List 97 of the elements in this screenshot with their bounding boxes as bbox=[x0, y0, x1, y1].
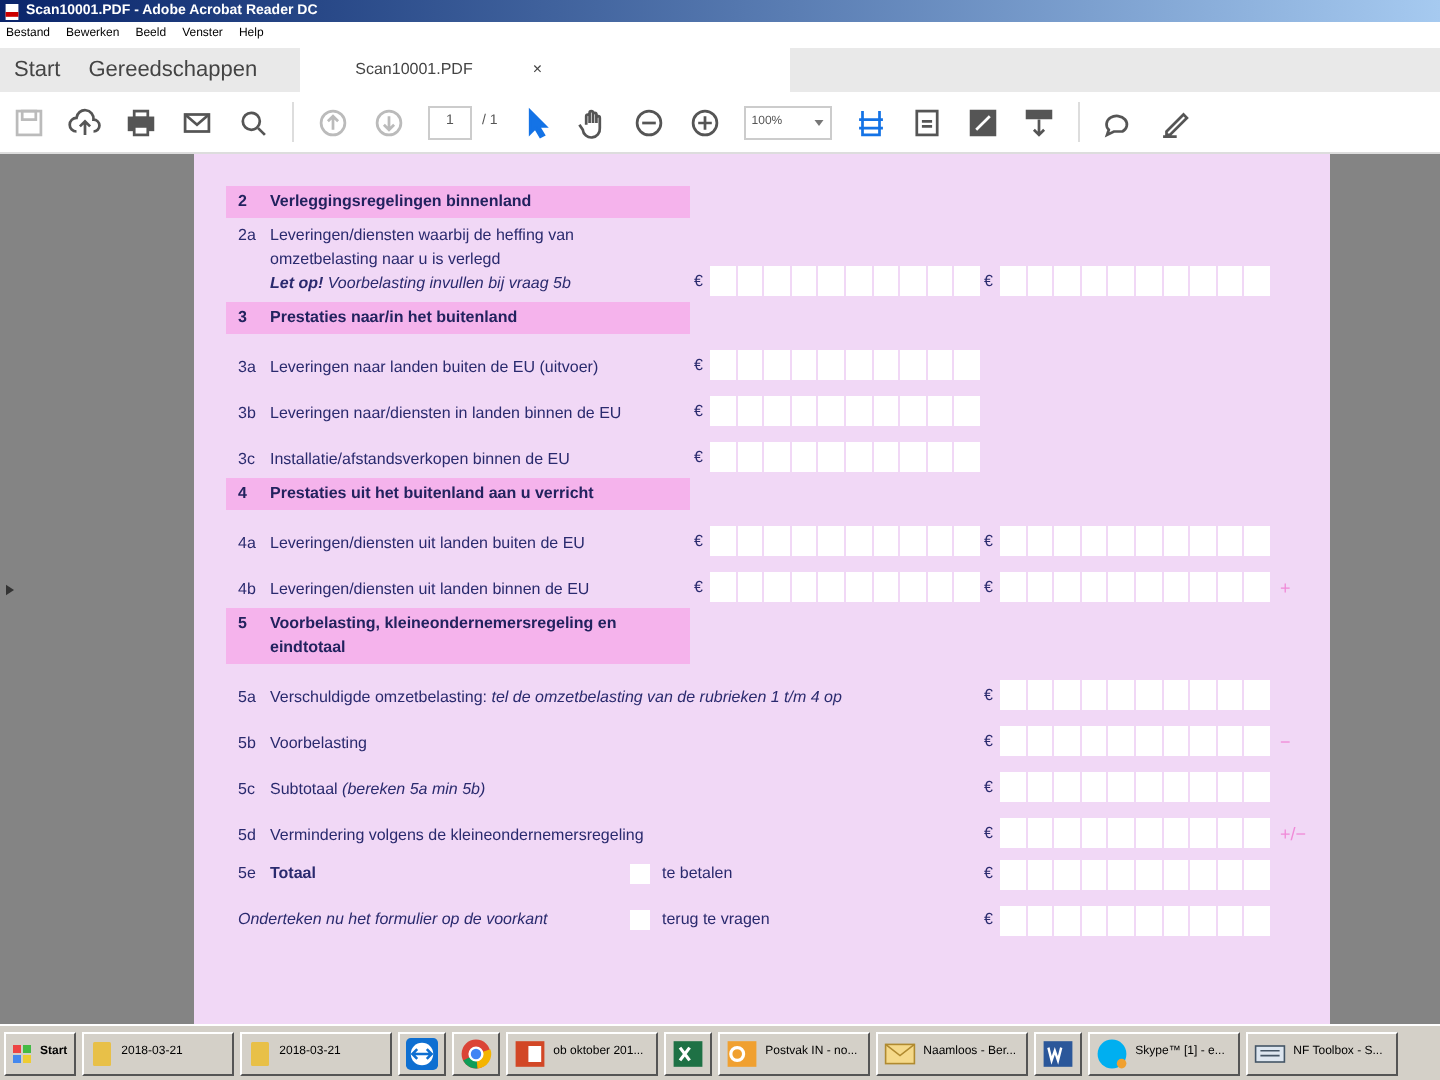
amount-field[interactable] bbox=[1000, 859, 1270, 889]
expand-arrow-icon[interactable] bbox=[6, 583, 14, 595]
tab[interactable]: Scan10001.PDF × bbox=[299, 48, 790, 92]
amount-field[interactable] bbox=[1000, 680, 1270, 710]
euro-sign: € bbox=[984, 862, 995, 886]
sign-mark: +/− bbox=[1280, 821, 1307, 847]
euro-sign: € bbox=[984, 908, 995, 932]
item-label: Leveringen/diensten uit landen binnen de EU bbox=[270, 578, 590, 602]
tab[interactable]: Start bbox=[0, 48, 75, 92]
amount-field[interactable] bbox=[1000, 772, 1270, 802]
zoom-in-icon[interactable] bbox=[687, 105, 722, 139]
scroll-down-icon[interactable] bbox=[1021, 105, 1056, 139]
euro-sign: € bbox=[984, 575, 995, 599]
item-label: Installatie/afstandsverkopen binnen de EU bbox=[270, 448, 570, 472]
item-code: 5d bbox=[238, 824, 258, 848]
item-code: 4b bbox=[238, 578, 258, 602]
amount-field[interactable] bbox=[1000, 726, 1270, 756]
item-code: 3c bbox=[238, 448, 257, 472]
zoom-out-icon[interactable] bbox=[631, 105, 666, 139]
search-icon[interactable] bbox=[236, 105, 270, 139]
euro-sign: € bbox=[984, 683, 995, 707]
euro-sign: € bbox=[694, 445, 705, 469]
amount-field[interactable] bbox=[710, 526, 980, 556]
taskbar-button[interactable] bbox=[451, 1031, 500, 1075]
slides-icon bbox=[513, 1037, 546, 1069]
item-code: 5e bbox=[238, 862, 258, 886]
item-code: 5b bbox=[238, 732, 258, 756]
expand-icon[interactable] bbox=[965, 105, 1000, 139]
arrows-icon bbox=[405, 1037, 438, 1069]
arrow-down-circle-icon[interactable] bbox=[372, 105, 406, 139]
euro-sign: € bbox=[694, 575, 705, 599]
amount-field[interactable] bbox=[1000, 526, 1270, 556]
print-icon[interactable] bbox=[124, 105, 158, 139]
section-header: 2 Verleggingsregelingen binnenland bbox=[226, 186, 690, 218]
section-header: 5 Voorbelasting, kleineondernemersregeling en eindtotaal bbox=[226, 608, 690, 664]
item-code: 3b bbox=[238, 402, 258, 426]
item-label: Totaal bbox=[270, 862, 316, 886]
sign-mark: − bbox=[1280, 729, 1291, 755]
item-label: Leveringen naar landen buiten de EU (uitvoer) bbox=[270, 356, 599, 380]
checkbox-label: terug te vragen bbox=[662, 908, 772, 932]
section-header: 4 Prestaties uit het buitenland aan u verricht bbox=[226, 478, 690, 510]
close-tab-icon[interactable]: × bbox=[532, 58, 543, 82]
euro-sign: € bbox=[694, 529, 705, 553]
item-code: 3a bbox=[238, 356, 258, 380]
amount-field[interactable] bbox=[710, 266, 980, 296]
cloud-upload-icon[interactable] bbox=[68, 105, 102, 139]
chat-app-icon bbox=[1095, 1037, 1128, 1069]
checkbox[interactable] bbox=[630, 864, 650, 884]
windows-logo-icon bbox=[12, 1043, 32, 1063]
taskbar-button[interactable] bbox=[663, 1031, 712, 1075]
item-label: Leveringen/diensten waarbij de heffing van omzetbelasting naar u is verlegd bbox=[270, 224, 576, 272]
item-label: Leveringen/diensten uit landen buiten de EU bbox=[270, 532, 585, 556]
item-label: Onderteken nu het formulier op de voorkant bbox=[238, 908, 548, 932]
item-code: 5a bbox=[238, 686, 258, 710]
item-label: Voorbelasting bbox=[270, 732, 367, 756]
euro-sign: € bbox=[694, 269, 705, 293]
item-label: Subtotaal (bereken 5a min 5b) bbox=[270, 778, 486, 802]
item-code: 2a bbox=[238, 224, 258, 248]
item-code: 4a bbox=[238, 532, 258, 556]
checkbox-label: te betalen bbox=[662, 862, 735, 886]
mail-app-icon bbox=[725, 1037, 758, 1069]
amount-field[interactable] bbox=[710, 350, 980, 380]
save-icon[interactable] bbox=[12, 105, 46, 139]
euro-sign: € bbox=[694, 399, 705, 423]
euro-sign: € bbox=[984, 775, 995, 799]
item-label: Verschuldigde omzetbelasting: tel de omzetbelasting van de rubrieken 1 t/m 4 op bbox=[270, 686, 842, 710]
amount-field[interactable] bbox=[1000, 818, 1270, 848]
amount-field[interactable] bbox=[710, 572, 980, 602]
item-label: Vermindering volgens de kleineondernemersregeling bbox=[270, 824, 644, 848]
item-code: 5c bbox=[238, 778, 257, 802]
item-label: Leveringen naar/diensten in landen binnen de EU bbox=[270, 402, 622, 426]
section-header: 3 Prestaties naar/in het buitenland bbox=[226, 302, 690, 334]
arrow-up-circle-icon[interactable] bbox=[316, 105, 350, 139]
checkbox[interactable] bbox=[630, 910, 650, 930]
page-icon[interactable] bbox=[909, 105, 944, 139]
taskbar-button[interactable] bbox=[397, 1031, 446, 1075]
tab[interactable]: Gereedschappen bbox=[74, 48, 272, 92]
folder-icon bbox=[89, 1037, 114, 1069]
euro-sign: € bbox=[694, 353, 705, 377]
fit-page-icon[interactable] bbox=[853, 105, 888, 139]
euro-sign: € bbox=[984, 821, 995, 845]
sign-mark: + bbox=[1280, 575, 1291, 601]
amount-field[interactable] bbox=[710, 396, 980, 426]
folder-icon bbox=[247, 1037, 272, 1069]
amount-field[interactable] bbox=[1000, 572, 1270, 602]
taskbar-button[interactable] bbox=[1033, 1031, 1082, 1075]
item-note: Let op! Voorbelasting invullen bij vraag 5b bbox=[270, 272, 573, 296]
amount-field[interactable] bbox=[1000, 905, 1270, 935]
euro-sign: € bbox=[984, 729, 995, 753]
spreadsheet-icon bbox=[671, 1037, 704, 1069]
euro-sign: € bbox=[984, 529, 995, 553]
amount-field[interactable] bbox=[710, 442, 980, 472]
document-app-icon bbox=[1041, 1037, 1074, 1069]
caret-icon bbox=[813, 119, 824, 125]
browser-icon bbox=[459, 1037, 492, 1069]
amount-field[interactable] bbox=[1000, 266, 1270, 296]
euro-sign: € bbox=[984, 269, 995, 293]
